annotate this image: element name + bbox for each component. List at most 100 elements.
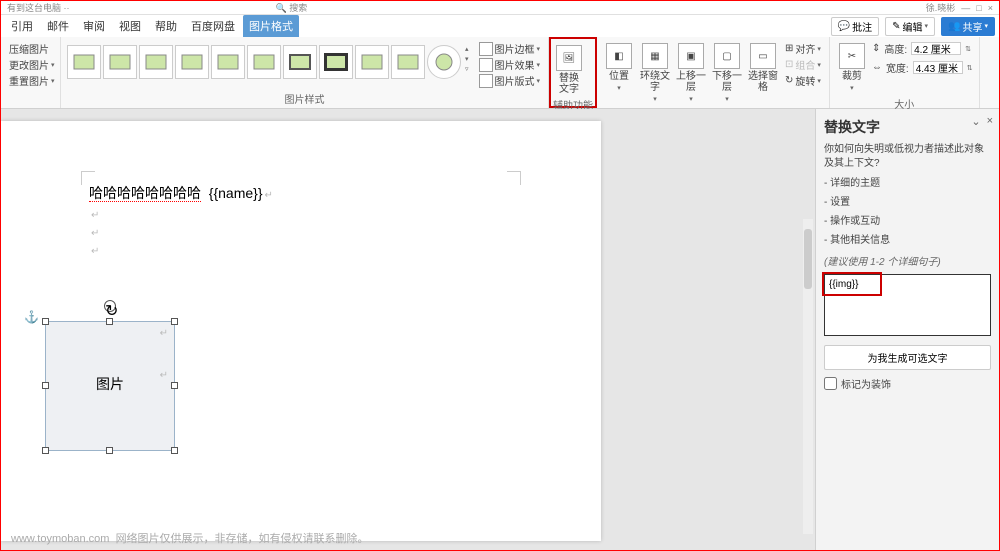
resize-handle[interactable] <box>42 382 49 389</box>
selection-pane-button[interactable]: ▭选择窗格 <box>747 39 779 93</box>
page[interactable]: 哈哈哈哈哈哈哈哈 {{name}}↵ ↵ ↵ ↵ ⚓ ↻ 图片 ↵ ↵ <box>1 121 601 541</box>
tab-view[interactable]: 视图 <box>113 15 147 37</box>
width-input[interactable] <box>913 61 963 74</box>
style-thumb[interactable] <box>103 45 137 79</box>
highlight-marker <box>822 272 882 296</box>
selection-icon: ▭ <box>750 43 776 69</box>
compress-picture[interactable]: 压缩图片 <box>7 41 51 56</box>
picture-border[interactable]: 图片边框▾ <box>477 41 543 56</box>
resize-handle[interactable] <box>106 318 113 325</box>
send-backward-button[interactable]: ▢下移一层▾ <box>711 39 743 105</box>
gallery-up-icon[interactable]: ▴ <box>465 45 469 53</box>
selected-image[interactable]: ⚓ ↻ 图片 ↵ ↵ <box>45 321 175 451</box>
window-close-icon[interactable]: × <box>988 3 993 13</box>
generate-alt-button[interactable]: 为我生成可选文字 <box>824 345 991 370</box>
title-text: 有到这台电脑 ·· <box>7 1 70 14</box>
tab-picture-format[interactable]: 图片格式 <box>243 15 299 37</box>
crop-button[interactable]: ✂裁剪▾ <box>836 39 868 94</box>
effects-icon <box>479 58 493 72</box>
width-icon: ⇔ <box>872 62 882 73</box>
pane-description: 你如何向失明或低视力者描述此对象及其上下文? <box>824 143 991 171</box>
change-picture[interactable]: 更改图片 ▾ <box>7 57 57 72</box>
margin-corner <box>507 171 521 185</box>
style-thumb[interactable] <box>283 45 317 79</box>
resize-handle[interactable] <box>171 382 178 389</box>
resize-handle[interactable] <box>42 318 49 325</box>
resize-handle[interactable] <box>171 447 178 454</box>
pane-bullet: - 设置 <box>824 196 991 209</box>
comments-button[interactable]: 💬 批注 <box>831 17 879 36</box>
backward-icon: ▢ <box>714 43 740 69</box>
image-placeholder-label: 图片 <box>46 374 174 394</box>
wrap-icon: ▦ <box>642 43 668 69</box>
style-thumb[interactable] <box>175 45 209 79</box>
scrollbar-thumb[interactable] <box>804 229 812 289</box>
picture-effects[interactable]: 图片效果▾ <box>477 57 543 72</box>
pane-close-icon[interactable]: × <box>987 115 993 128</box>
user-name[interactable]: 徐.晓彬 <box>926 1 956 14</box>
tab-help[interactable]: 帮助 <box>149 15 183 37</box>
forward-icon: ▣ <box>678 43 704 69</box>
picture-styles-gallery[interactable]: ▴ ▾ ▿ <box>67 39 469 79</box>
spinner-icon[interactable]: ⇅ <box>965 45 971 53</box>
window-max-icon[interactable]: □ <box>976 3 981 13</box>
pane-title: 替换文字 <box>824 117 991 137</box>
rotate-button[interactable]: ↻ 旋转 ▾ <box>783 73 823 88</box>
style-thumb[interactable] <box>355 45 389 79</box>
title-bar: 有到这台电脑 ·· 🔍 搜索 徐.晓彬 — □ × <box>1 1 999 15</box>
reset-picture[interactable]: 重置图片 ▾ <box>7 73 57 88</box>
tab-references[interactable]: 引用 <box>5 15 39 37</box>
window-min-icon[interactable]: — <box>961 3 970 13</box>
style-thumb[interactable] <box>247 45 281 79</box>
height-icon: ⇕ <box>872 43 880 54</box>
alt-text-pane: ⌄ × 替换文字 你如何向失明或低视力者描述此对象及其上下文? - 详细的主题 … <box>815 109 999 550</box>
margin-corner <box>81 171 95 185</box>
layout-icon <box>479 74 493 88</box>
group-button[interactable]: ⊡ 组合 ▾ <box>783 57 823 72</box>
style-thumb[interactable] <box>391 45 425 79</box>
alt-text-button[interactable]: 🖼 替换文字 <box>553 41 585 95</box>
gallery-down-icon[interactable]: ▾ <box>465 55 469 63</box>
resize-handle[interactable] <box>42 447 49 454</box>
document-canvas[interactable]: 哈哈哈哈哈哈哈哈 {{name}}↵ ↵ ↵ ↵ ⚓ ↻ 图片 ↵ ↵ <box>1 109 815 550</box>
footer-watermark: www.toymoban.com 网络图片仅供展示，非存储，如有侵权请联系删除。 <box>11 530 369 546</box>
tab-review[interactable]: 审阅 <box>77 15 111 37</box>
style-thumb[interactable] <box>319 45 353 79</box>
pilcrow-icon: ↵ <box>265 190 273 201</box>
wrap-text-button[interactable]: ▦环绕文字▾ <box>639 39 671 105</box>
ribbon: 压缩图片 更改图片 ▾ 重置图片 ▾ ▴ ▾ <box>1 37 999 109</box>
rotate-handle[interactable]: ↻ <box>104 300 116 312</box>
paragraph[interactable]: 哈哈哈哈哈哈哈哈 {{name}}↵ <box>89 183 581 203</box>
position-button[interactable]: ◧位置▾ <box>603 39 635 94</box>
picture-layout[interactable]: 图片版式▾ <box>477 73 543 88</box>
group-label-styles: 图片样式 <box>67 89 542 106</box>
ribbon-tabs: 引用 邮件 审阅 视图 帮助 百度网盘 图片格式 💬 批注 ✎ 编辑 ▾ 👥 共… <box>1 15 999 37</box>
resize-handle[interactable] <box>171 318 178 325</box>
edit-button[interactable]: ✎ 编辑 ▾ <box>885 17 935 36</box>
alt-text-icon: 🖼 <box>556 45 582 71</box>
tab-mailings[interactable]: 邮件 <box>41 15 75 37</box>
tab-baidu[interactable]: 百度网盘 <box>185 15 241 37</box>
pane-bullet: - 其他相关信息 <box>824 234 991 247</box>
height-input[interactable] <box>911 42 961 55</box>
position-icon: ◧ <box>606 43 632 69</box>
resize-handle[interactable] <box>106 447 113 454</box>
pane-dropdown-icon[interactable]: ⌄ <box>971 115 980 128</box>
border-icon <box>479 42 493 56</box>
search-placeholder[interactable]: 🔍 搜索 <box>276 1 308 14</box>
bring-forward-button[interactable]: ▣上移一层▾ <box>675 39 707 105</box>
style-thumb[interactable] <box>139 45 173 79</box>
decorative-checkbox[interactable]: 标记为装饰 <box>824 376 991 391</box>
vertical-scrollbar[interactable] <box>803 219 813 534</box>
gallery-more-icon[interactable]: ▿ <box>465 65 469 73</box>
spinner-icon[interactable]: ⇅ <box>967 64 973 72</box>
pane-bullet: - 详细的主题 <box>824 177 991 190</box>
anchor-icon: ⚓ <box>24 310 39 324</box>
pane-hint: (建议使用 1-2 个详细句子) <box>824 253 991 268</box>
style-thumb[interactable] <box>427 45 461 79</box>
align-button[interactable]: ⊞ 对齐 ▾ <box>783 41 823 56</box>
style-thumb[interactable] <box>211 45 245 79</box>
crop-icon: ✂ <box>839 43 865 69</box>
style-thumb[interactable] <box>67 45 101 79</box>
share-button[interactable]: 👥 共享 ▾ <box>941 17 995 36</box>
